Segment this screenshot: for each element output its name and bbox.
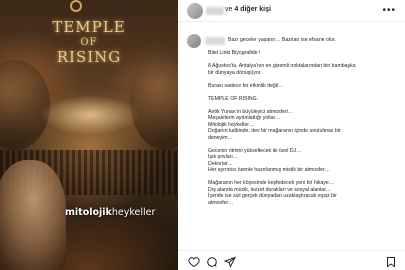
send-icon[interactable] xyxy=(224,256,236,268)
post-header: ve 4 diğer kişi ••• xyxy=(178,0,405,22)
action-bar xyxy=(178,250,405,270)
event-title-line2: OF xyxy=(80,37,98,48)
caption-avatar[interactable] xyxy=(187,34,201,48)
connector-text: ve xyxy=(225,6,233,13)
post-media[interactable]: TEMPLE OF RISING mitolojikheykeller xyxy=(0,0,178,270)
caption-line: atmosfer… xyxy=(208,199,234,206)
emblem-icon xyxy=(70,0,82,12)
stage-lights xyxy=(40,95,140,135)
event-title-line3: RISING xyxy=(56,48,122,66)
bookmark-icon[interactable] xyxy=(385,256,397,268)
collaborators-text[interactable]: ve 4 diğer kişi xyxy=(225,6,271,13)
avatar[interactable] xyxy=(187,3,203,19)
more-horizontal-icon[interactable]: ••• xyxy=(382,5,396,16)
post-sidebar: ve 4 diğer kişi ••• Bazı geceler yaşanır… xyxy=(178,0,405,270)
event-title-line1: TEMPLE xyxy=(52,18,126,36)
blurred-username[interactable] xyxy=(206,7,224,15)
others-count[interactable]: 4 diğer kişi xyxy=(234,6,271,13)
caption-text: Bazı geceler yaşanır… Bazıları ise efsan… xyxy=(208,37,398,206)
watermark: mitolojikheykeller xyxy=(65,207,155,218)
statue xyxy=(0,160,66,270)
heart-icon[interactable] xyxy=(188,256,200,268)
watermark-bold: mitolojik xyxy=(65,207,112,218)
post-caption: Bazı geceler yaşanır… Bazıları ise efsan… xyxy=(178,22,405,247)
comment-icon[interactable] xyxy=(206,256,218,268)
watermark-light: heykeller xyxy=(111,207,156,218)
